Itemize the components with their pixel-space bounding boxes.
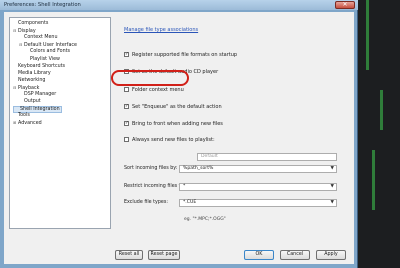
checkbox-checked[interactable]: ✓ — [124, 104, 129, 109]
settings-panel: Manage file type associations ✓ Register … — [116, 17, 348, 229]
tree-item-media-library[interactable]: Media Library — [13, 71, 51, 78]
playlist-name-input[interactable]: Default — [197, 153, 337, 161]
tree-item-tools[interactable]: Tools — [13, 113, 30, 120]
tree-item-networking[interactable]: Networking — [13, 78, 45, 85]
close-icon: ✕ — [342, 1, 348, 8]
desktop-artifact — [366, 0, 369, 70]
manage-file-types-link[interactable]: Manage file type associations — [124, 27, 198, 33]
exclude-dropdown[interactable]: *.CUE ▼ — [179, 199, 337, 207]
checkbox-unchecked[interactable] — [124, 87, 129, 92]
tree-item-colors-and-fonts[interactable]: Colors and Fonts — [25, 49, 70, 56]
checkmark-icon: ✓ — [125, 104, 129, 109]
tree-item-advanced[interactable]: ⊞ Advanced — [13, 120, 42, 127]
window-title: Preferences: Shell Integration — [4, 2, 81, 8]
tree-item-keyboard-shortcuts[interactable]: Keyboard Shortcuts — [13, 64, 65, 71]
checkbox-row-bring-to-front-when-adding-new-files[interactable]: ✓ Bring to front when adding new files — [124, 121, 223, 128]
chevron-down-icon: ▼ — [330, 200, 334, 205]
preferences-tree[interactable]: Components ⊟ Display Context Menu ⊟ Default U… — [9, 17, 111, 229]
tree-item-label: DSP Manager — [24, 92, 57, 97]
desktop-artifact — [372, 150, 375, 210]
chevron-down-icon: ▼ — [330, 166, 334, 171]
tree-item-label: Colors and Fonts — [30, 49, 71, 55]
checkbox-row-folder-context-menu[interactable]: Folder context menu — [124, 87, 184, 94]
tree-item-label: Components — [18, 21, 49, 26]
chevron-down-icon: ▼ — [330, 184, 334, 189]
checkbox-row-set-enqueue-as-the-default-action[interactable]: ✓ Set "Enqueue" as the default action — [124, 104, 222, 111]
tree-item-context-menu[interactable]: Context Menu — [19, 35, 58, 42]
tree-item-playlist-view[interactable]: Playlist View — [25, 57, 60, 64]
exclude-value: *.CUE — [183, 200, 197, 205]
restrict-label: Restrict incoming files to: — [124, 184, 186, 189]
tree-item-output[interactable]: Output — [19, 99, 41, 106]
sort-value: %path_sort% — [183, 166, 214, 171]
reset-page-button[interactable]: Reset page — [148, 250, 180, 260]
desktop-artifact — [380, 90, 383, 130]
preferences-window: Preferences: Shell Integration ✕ Compone… — [0, 0, 358, 268]
checkbox-unchecked[interactable] — [124, 137, 129, 142]
tree-item-components[interactable]: Components — [13, 21, 48, 28]
sort-dropdown[interactable]: %path_sort% ▼ — [179, 165, 337, 173]
checkmark-icon: ✓ — [125, 121, 129, 126]
tree-item-label: Display — [18, 29, 36, 35]
checkbox-label: Register supported file formats on start… — [132, 52, 238, 58]
checkbox-row-register-supported-file-formats-on-startup[interactable]: ✓ Register supported file formats on star… — [124, 52, 237, 59]
tree-item-dsp-manager[interactable]: DSP Manager — [19, 92, 56, 99]
close-button[interactable]: ✕ — [335, 1, 355, 9]
title-bar[interactable]: Preferences: Shell Integration ✕ — [0, 0, 358, 10]
restrict-dropdown[interactable]: * ▼ — [179, 183, 337, 191]
tree-item-label: Tools — [18, 113, 30, 119]
apply-button[interactable]: Apply — [316, 250, 346, 260]
tree-item-label: Default User Interface — [24, 43, 77, 49]
sort-label: Sort incoming files by: — [124, 166, 178, 171]
tree-item-label: Playlist View — [30, 56, 60, 62]
tree-item-label: Networking — [18, 77, 46, 83]
annotation-highlight — [111, 70, 189, 86]
tree-item-label: Media Library — [18, 70, 51, 76]
tree-item-playback[interactable]: ⊟ Playback — [13, 85, 39, 92]
restrict-value: * — [183, 184, 186, 189]
dialog-body: Components ⊟ Display Context Menu ⊟ Default U… — [4, 12, 354, 264]
reset-all-button[interactable]: Reset all — [115, 250, 143, 260]
checkbox-row-always-send-new-files-to-playlist[interactable]: Always send new files to playlist: — [124, 137, 215, 144]
tree-item-label: Keyboard Shortcuts — [18, 63, 66, 69]
exclude-label: Exclude file types: — [124, 200, 168, 205]
checkbox-label: Folder context menu — [132, 87, 184, 93]
ok-button[interactable]: OK — [244, 250, 274, 260]
checkbox-checked[interactable]: ✓ — [124, 52, 129, 57]
desktop-background — [358, 0, 400, 268]
checkbox-checked[interactable]: ✓ — [124, 121, 129, 126]
exclude-hint: eg. "*.MPC;*.OGG" — [184, 217, 226, 222]
tree-item-label: Playback — [18, 85, 40, 91]
tree-item-label: Advanced — [18, 121, 42, 127]
cancel-button[interactable]: Cancel — [280, 250, 310, 260]
tree-item-label: Output — [24, 99, 41, 105]
tree-item-label: Context Menu — [24, 35, 58, 41]
checkbox-label: Set "Enqueue" as the default action — [132, 104, 222, 110]
checkbox-label: Bring to front when adding new files — [132, 121, 223, 127]
checkbox-label: Always send new files to playlist: — [132, 137, 215, 143]
checkmark-icon: ✓ — [125, 52, 129, 57]
tree-item-label: Shell Integration — [20, 107, 60, 113]
